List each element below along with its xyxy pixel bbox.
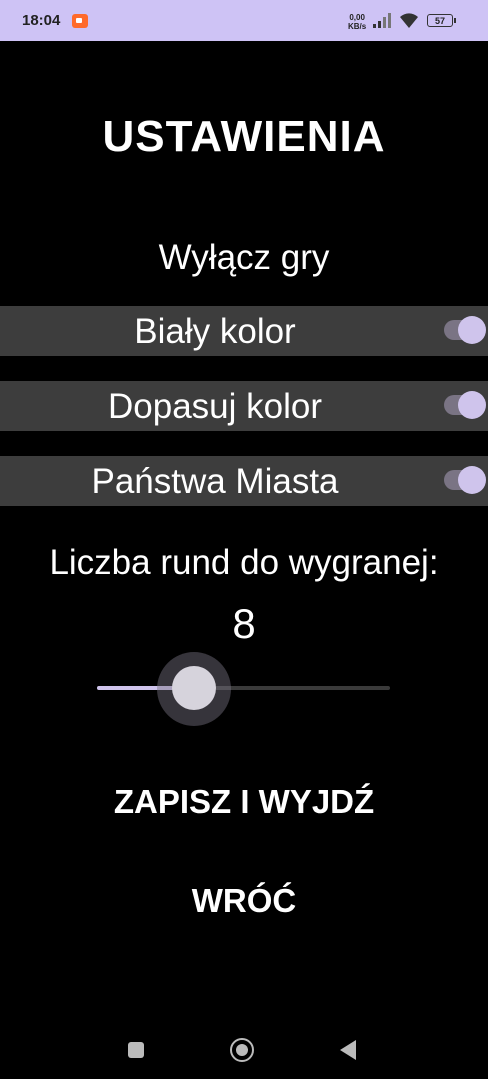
status-time: 18:04	[22, 12, 61, 29]
toggle-thumb	[458, 466, 486, 494]
toggle-row-match-color[interactable]: Dopasuj kolor	[0, 381, 488, 431]
network-speed-unit: KB/s	[348, 22, 367, 31]
home-icon[interactable]	[230, 1038, 254, 1062]
back-button[interactable]: WRÓĆ	[0, 882, 488, 920]
recents-icon[interactable]	[128, 1042, 144, 1058]
status-bar: 18:04 0,00 KB/s 57	[0, 0, 488, 41]
back-icon[interactable]	[340, 1040, 356, 1060]
network-speed: 0,00 KB/s	[348, 13, 366, 31]
toggle-label: Państwa Miasta	[91, 462, 339, 501]
signal-icon	[373, 13, 391, 28]
network-speed-value: 0,00	[349, 13, 365, 22]
save-exit-button[interactable]: ZAPISZ I WYJDŹ	[0, 783, 488, 821]
toggle-row-white-color[interactable]: Biały kolor	[0, 306, 488, 356]
toggle-switch[interactable]	[444, 391, 486, 419]
wifi-icon	[400, 13, 418, 28]
toggle-switch[interactable]	[444, 466, 486, 494]
rounds-slider[interactable]	[97, 652, 390, 726]
toggle-label: Dopasuj kolor	[108, 387, 322, 426]
battery-icon: 57	[427, 14, 456, 27]
rounds-label: Liczba rund do wygranej:	[49, 543, 439, 582]
toggle-thumb	[458, 316, 486, 344]
screen-record-icon	[72, 14, 88, 28]
page-title: USTAWIENIA	[102, 112, 386, 161]
toggle-switch[interactable]	[444, 316, 486, 344]
slider-thumb[interactable]	[171, 666, 216, 710]
rounds-value: 8	[232, 600, 256, 647]
disable-games-label: Wyłącz gry	[158, 238, 330, 277]
toggle-label: Biały kolor	[134, 312, 296, 351]
toggle-thumb	[458, 391, 486, 419]
toggle-row-country-city[interactable]: Państwa Miasta	[0, 456, 488, 506]
navigation-bar	[0, 1020, 488, 1079]
